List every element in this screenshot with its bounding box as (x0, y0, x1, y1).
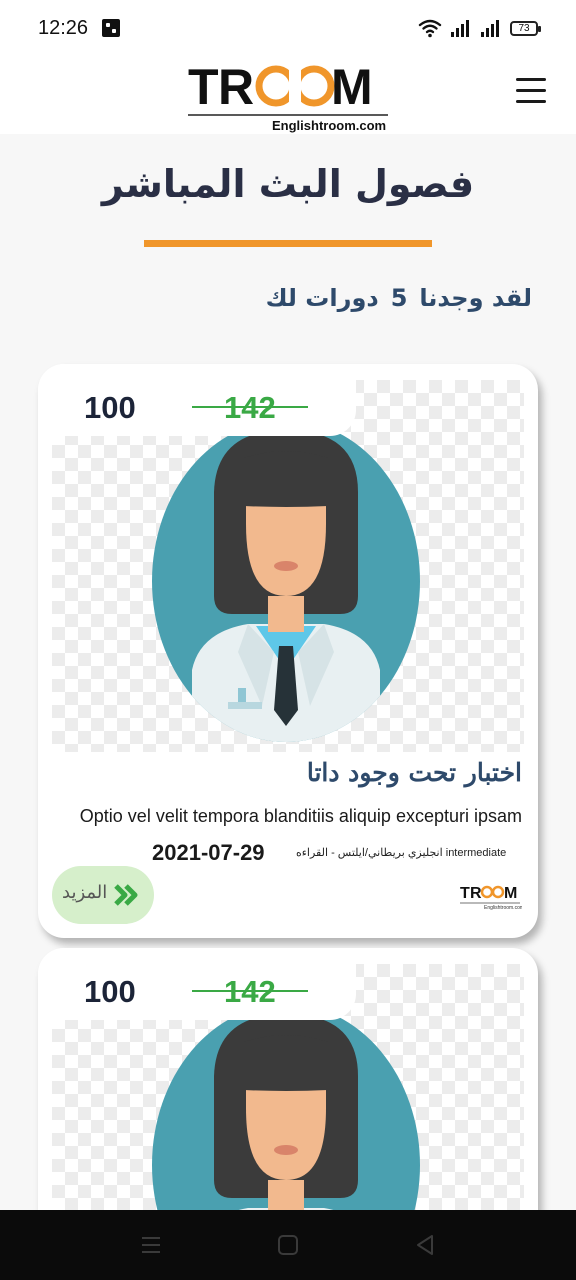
signal-icon (481, 20, 499, 37)
course-price: 100 (84, 974, 136, 1009)
hamburger-menu-icon[interactable] (514, 76, 548, 106)
wifi-icon (418, 19, 442, 38)
back-icon[interactable] (412, 1232, 438, 1258)
signal-icon (451, 20, 469, 37)
page-title: فصول البث المباشر (101, 162, 475, 206)
course-price: 100 (84, 390, 136, 425)
logo-letter: M (331, 59, 373, 115)
course-card[interactable]: 100 142 اختبار تحت وجود داتا Optio vel v… (38, 364, 538, 938)
strikethrough-line (192, 406, 308, 408)
more-button-label: المزيد (62, 882, 108, 903)
more-button[interactable]: المزيد (52, 866, 154, 924)
navigation-bar (0, 1210, 576, 1280)
notification-icon (102, 19, 120, 37)
logo-letter: T (460, 885, 470, 902)
status-bar: 12:26 73 (0, 0, 576, 56)
course-description: Optio vel velit tempora blanditiis aliqu… (79, 806, 522, 826)
troom-logo-small: T R M Englishtroom.com (460, 885, 522, 911)
double-chevron-icon (114, 884, 138, 906)
recent-apps-icon[interactable] (138, 1232, 164, 1258)
home-icon[interactable] (275, 1232, 301, 1258)
logo-domain: Englishtroom.com (272, 118, 386, 133)
troom-logo[interactable]: T R M Englishtroom.com (188, 58, 390, 134)
title-underline (144, 240, 432, 247)
battery-icon: 73 (510, 20, 541, 36)
strikethrough-line (192, 990, 308, 992)
logo-letter: R (470, 885, 482, 902)
logo-domain: Englishtroom.com (484, 905, 522, 911)
price-tab: 100 142 (38, 948, 356, 1020)
teacher-avatar (152, 420, 420, 742)
price-tab: 100 142 (38, 364, 356, 436)
status-time: 12:26 (38, 17, 89, 39)
results-number: 5 (390, 284, 408, 312)
logo-letter: M (504, 885, 517, 902)
logo-letter: T (188, 59, 219, 115)
results-suffix: دورات لك (265, 284, 379, 312)
results-prefix: لقد وجدنا (419, 284, 532, 312)
logo-letter: R (218, 59, 254, 115)
course-old-price: 142 (224, 390, 276, 425)
course-date: 2021-07-29 (152, 840, 265, 865)
course-level: انجليزي بريطاني/ايلتس - القراءه intermed… (296, 847, 507, 859)
app-header: T R M Englishtroom.com (0, 56, 576, 134)
course-old-price: 142 (224, 974, 276, 1009)
course-title[interactable]: اختبار تحت وجود داتا (307, 758, 522, 787)
status-icons: 73 (418, 16, 541, 40)
results-count: لقد وجدنا 5 دورات لك (266, 284, 532, 312)
